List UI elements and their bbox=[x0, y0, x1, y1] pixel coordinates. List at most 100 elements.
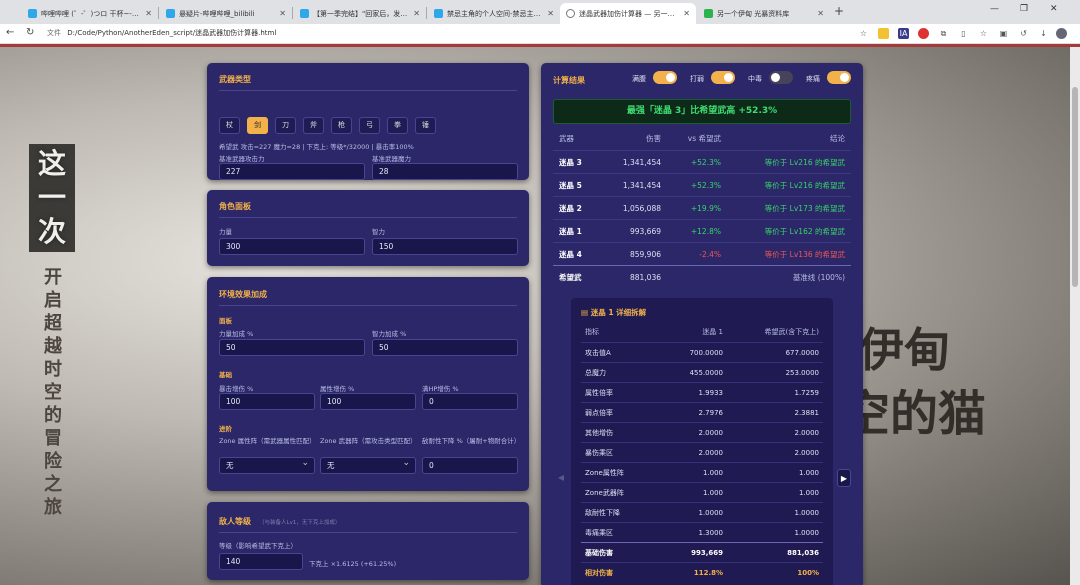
header-conclusion: 结论 bbox=[830, 134, 845, 143]
collections-icon[interactable]: ▣ bbox=[998, 28, 1009, 39]
tab-bilibili-suspense[interactable]: 悬疑片-哔哩哔哩_bilibili ✕ bbox=[160, 3, 292, 24]
detail-header-value: 迷晶 1 bbox=[702, 328, 723, 336]
arrow-right-icon[interactable]: ▶ bbox=[837, 469, 851, 487]
zone-weapon-label: Zone 武器阵（需攻击类型匹配） bbox=[320, 437, 417, 445]
str-pct-input[interactable]: 50 bbox=[219, 339, 365, 356]
bilibili-icon bbox=[166, 9, 175, 18]
page-viewport: 这一次 开启超越时空的冒险之旅 伊甸 空的猫 武器类型 杖 剑 刀 斧 枪 弓 … bbox=[0, 44, 1080, 585]
tab-bilibili-video[interactable]: 【第一季完结】"回家后，发现老婆 ✕ bbox=[294, 3, 426, 24]
crit-input[interactable]: 100 bbox=[219, 393, 315, 410]
mag-input[interactable]: 28 bbox=[372, 163, 518, 180]
background-right-text-2: 空的猫 bbox=[842, 386, 987, 442]
weapon-type-fist[interactable]: 拳 bbox=[387, 117, 408, 134]
download-icon[interactable]: ↓ bbox=[1038, 28, 1049, 39]
section-label: 进阶 bbox=[219, 425, 232, 433]
weapon-type-katana[interactable]: 刀 bbox=[275, 117, 296, 134]
clipboard-icon: ▤ bbox=[581, 308, 591, 317]
table-row-baseline: 希望武 881,036 基准线 (100%) bbox=[553, 265, 851, 288]
hp-input[interactable]: 0 bbox=[422, 393, 518, 410]
restore-icon[interactable]: ❐ bbox=[1020, 4, 1028, 14]
hp-label: 满HP增伤 % bbox=[422, 385, 459, 393]
weapon-type-sword[interactable]: 剑 bbox=[247, 117, 268, 134]
row-conclusion: 基准线 (100%) bbox=[792, 273, 845, 282]
tab-database[interactable]: 另一个伊甸 光暴资料库 ✕ bbox=[698, 3, 830, 24]
close-icon[interactable]: ✕ bbox=[279, 9, 286, 18]
tab-title: 禁忌主角的个人空间-禁忌主角个人 bbox=[447, 9, 543, 18]
favorites-icon[interactable]: ☆ bbox=[978, 28, 989, 39]
zone-weapon-select[interactable]: 无 bbox=[320, 456, 416, 474]
toggle-full[interactable] bbox=[653, 71, 677, 84]
divider bbox=[219, 532, 517, 533]
weapon-type-staff[interactable]: 杖 bbox=[219, 117, 240, 134]
history-icon[interactable]: ↺ bbox=[1018, 28, 1029, 39]
weapon-type-panel: 武器类型 杖 剑 刀 斧 枪 弓 拳 锤 希望武 攻击=227 魔力=28 | … bbox=[207, 63, 529, 180]
split-screen-icon[interactable]: ▯ bbox=[958, 28, 969, 39]
close-icon[interactable]: ✕ bbox=[413, 9, 420, 18]
minimize-icon[interactable]: — bbox=[990, 4, 999, 14]
tab-title: 迷晶武器加伤计算器 — 另一个伊甸 bbox=[579, 9, 680, 18]
weapon-type-spear[interactable]: 枪 bbox=[331, 117, 352, 134]
weapon-type-bow[interactable]: 弓 bbox=[359, 117, 380, 134]
close-icon[interactable]: ✕ bbox=[683, 9, 690, 18]
toggle-label-pain: 疼痛 bbox=[806, 75, 820, 83]
scrollbar[interactable] bbox=[1070, 47, 1080, 585]
close-icon[interactable]: ✕ bbox=[817, 9, 824, 18]
detail-row: 暴伤乘区 2.0000 2.0000 bbox=[581, 442, 823, 462]
detail-breakdown: ▤ 迷晶 1 详细拆解 指标 迷晶 1 希望武(含下克上) 攻击值A 700.00… bbox=[571, 298, 833, 585]
close-icon[interactable]: ✕ bbox=[145, 9, 152, 18]
avatar[interactable] bbox=[1056, 28, 1067, 39]
close-window-icon[interactable]: ✕ bbox=[1050, 4, 1058, 14]
extension-icon[interactable] bbox=[878, 28, 889, 39]
back-icon[interactable]: ← bbox=[6, 27, 14, 38]
enemy-level-panel: 敌人等级 （与装备人Lv1，无下克上加成） 等级（影响希望武下克上） 140 下… bbox=[207, 502, 529, 580]
reload-icon[interactable]: ↻ bbox=[26, 27, 34, 38]
star-icon[interactable]: ☆ bbox=[858, 28, 869, 39]
str-input[interactable]: 300 bbox=[219, 238, 365, 255]
detail-row-total: 基础伤害 993,669 881,036 bbox=[581, 542, 823, 562]
result-table-header: 武器 伤害 vs 希望武 结论 bbox=[553, 127, 851, 150]
attr-label: 属性增伤 % bbox=[320, 385, 355, 393]
puzzle-icon[interactable]: ⧉ bbox=[938, 28, 949, 39]
url-field[interactable]: 文件 D:/Code/Python/AnotherEden_script/迷晶武… bbox=[47, 28, 276, 38]
detail-row: Zone属性阵 1.000 1.000 bbox=[581, 462, 823, 482]
browser-tab-bar: 哔哩哔哩 (゜-゜)つロ 干杯~-bilibili ✕ 悬疑片-哔哩哔哩_bil… bbox=[0, 0, 1080, 24]
row-damage: 859,906 bbox=[629, 250, 661, 259]
row-conclusion: 等价于 Lv216 的希望武 bbox=[764, 181, 845, 190]
extension-ia-icon[interactable]: IA bbox=[898, 28, 909, 39]
arrow-left-icon[interactable]: ◀ bbox=[554, 469, 568, 487]
def-down-input[interactable]: 0 bbox=[422, 457, 518, 474]
scrollbar-thumb[interactable] bbox=[1072, 87, 1078, 287]
int-label: 智力 bbox=[372, 228, 385, 236]
extension-red-icon[interactable] bbox=[918, 28, 929, 39]
row-weapon: 迷晶 3 bbox=[559, 158, 582, 167]
divider bbox=[219, 90, 517, 91]
tab-bilibili-home[interactable]: 哔哩哔哩 (゜-゜)つロ 干杯~-bilibili ✕ bbox=[22, 3, 158, 24]
detail-row: Zone武器阵 1.000 1.000 bbox=[581, 482, 823, 502]
tab-calculator[interactable]: 迷晶武器加伤计算器 — 另一个伊甸 ✕ bbox=[560, 3, 696, 24]
weapon-type-hammer[interactable]: 锤 bbox=[415, 117, 436, 134]
panel-title: 角色面板 bbox=[219, 202, 251, 211]
row-damage: 1,056,088 bbox=[622, 204, 661, 213]
toggle-weak[interactable] bbox=[711, 71, 735, 84]
new-tab-icon[interactable]: + bbox=[834, 4, 844, 18]
toggle-pain[interactable] bbox=[827, 71, 851, 84]
row-damage: 1,341,454 bbox=[622, 181, 661, 190]
int-input[interactable]: 150 bbox=[372, 238, 518, 255]
section-label: 面板 bbox=[219, 317, 232, 325]
toggle-poison[interactable] bbox=[769, 71, 793, 84]
detail-row: 毒痛乘区 1.3000 1.0000 bbox=[581, 522, 823, 542]
row-damage: 1,341,454 bbox=[622, 158, 661, 167]
str-pct-label: 力量加成 % bbox=[219, 330, 254, 338]
toggle-label-full: 满腹 bbox=[632, 75, 646, 83]
atk-input[interactable]: 227 bbox=[219, 163, 365, 180]
weapon-type-axe[interactable]: 斧 bbox=[303, 117, 324, 134]
zone-attr-select[interactable]: 无 bbox=[219, 456, 315, 474]
close-icon[interactable]: ✕ bbox=[547, 9, 554, 18]
detail-row: 敌耐性下降 1.0000 1.0000 bbox=[581, 502, 823, 522]
int-pct-input[interactable]: 50 bbox=[372, 339, 518, 356]
detail-row-relative: 相对伤害 112.8% 100% bbox=[581, 562, 823, 582]
attr-input[interactable]: 100 bbox=[320, 393, 416, 410]
toggle-label-poison: 中毒 bbox=[748, 75, 762, 83]
level-input[interactable]: 140 bbox=[219, 553, 303, 570]
tab-bilibili-space[interactable]: 禁忌主角的个人空间-禁忌主角个人 ✕ bbox=[428, 3, 560, 24]
